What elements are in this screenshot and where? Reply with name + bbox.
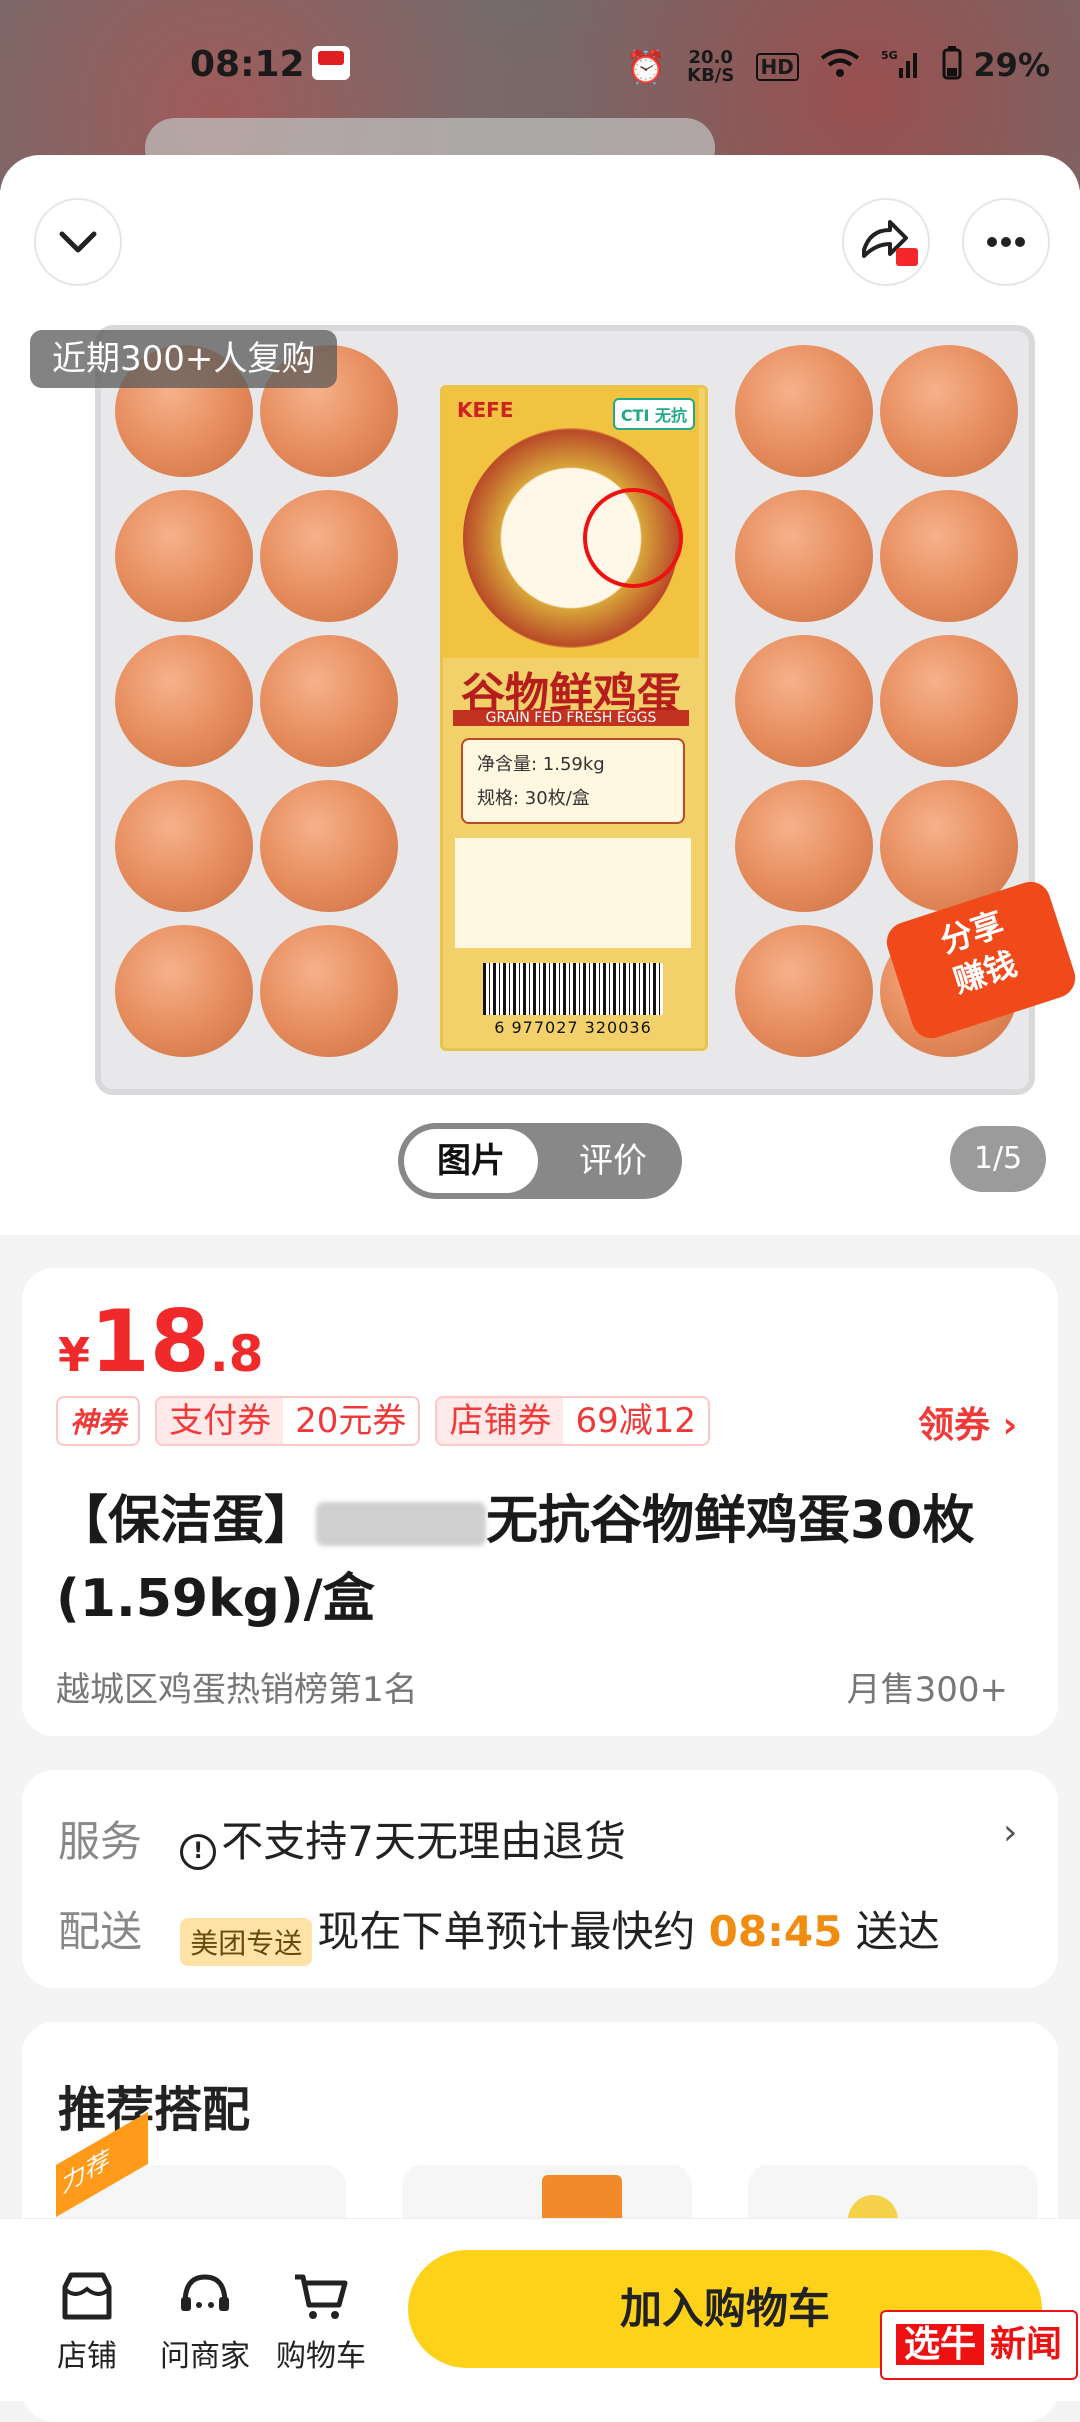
sales-rank[interactable]: 越城区鸡蛋热销榜第1名: [56, 1662, 418, 1711]
chevron-down-icon: [59, 231, 97, 253]
shen-coupon-badge[interactable]: 神券: [56, 1396, 141, 1446]
collapse-button[interactable]: [34, 198, 122, 286]
battery-percent: 29%: [973, 46, 1050, 84]
delivery-time: 08:45: [708, 1907, 843, 1956]
status-time: 08:12: [190, 44, 305, 85]
barcode-number: 6 977027 320036: [494, 1018, 652, 1037]
delivery-label: 配送: [58, 1907, 143, 1956]
info-circle-icon: !: [180, 1833, 217, 1870]
delivery-row: 配送 美团专送 现在下单预计最快约 08:45 送达: [58, 1898, 940, 1966]
network-speed: 20.0 KB/S: [687, 47, 735, 86]
service-text: 不支持7天无理由退货: [221, 1817, 627, 1866]
meituan-delivery-badge: 美团专送: [180, 1917, 313, 1966]
cell-signal-icon: 5G: [881, 48, 921, 86]
image-pager: 1/5: [950, 1126, 1046, 1192]
status-indicators: ⏰ 20.0 KB/S HD 5G 29%: [616, 46, 1050, 88]
egg-box-label: KEFE CTI 无抗 谷物鲜鸡蛋 GRAIN FED FRESH EGGS 净…: [440, 385, 708, 1051]
label-subtitle: GRAIN FED FRESH EGGS: [453, 710, 689, 726]
cart-icon: [295, 2274, 348, 2319]
chevron-right-icon[interactable]: ›: [1003, 1812, 1017, 1853]
price-integer: 18: [90, 1292, 210, 1392]
coupon-row: 神券 支付券 20元券 店铺券 69减12: [56, 1396, 720, 1446]
news-watermark: 选牛 新闻: [880, 2310, 1079, 2380]
get-coupon-link[interactable]: 领券 ›: [918, 1396, 1017, 1448]
cart-button[interactable]: 购物车: [266, 2269, 376, 2375]
more-button[interactable]: [962, 198, 1050, 286]
app-notification-icon: [312, 46, 350, 80]
product-title: 【保洁蛋】 无抗谷物鲜鸡蛋30枚(1.59kg)/盒: [56, 1482, 1016, 1638]
service-label: 服务: [58, 1817, 143, 1866]
alarm-icon: ⏰: [626, 48, 666, 86]
svg-text:5G: 5G: [881, 49, 898, 62]
headset-chat-icon: [181, 2274, 229, 2311]
price-currency: ¥: [58, 1328, 91, 1382]
recommend-title: 推荐搭配: [58, 2082, 251, 2138]
label-net-weight: 净含量: 1.59kg: [477, 754, 605, 775]
label-spec: 规格: 30枚/盒: [477, 788, 590, 809]
repurchase-badge: 近期300+人复购: [30, 330, 338, 388]
egg-tray-image: KEFE CTI 无抗 谷物鲜鸡蛋 GRAIN FED FRESH EGGS 净…: [95, 325, 1035, 1095]
blurred-brand: [316, 1502, 487, 1546]
price-decimal: .8: [209, 1325, 264, 1383]
pay-coupon[interactable]: 支付券 20元券: [155, 1396, 421, 1446]
status-bar: 08:12 ⏰ 20.0 KB/S HD 5G 29%: [0, 30, 1080, 110]
monthly-sales: 月售300+: [846, 1670, 1008, 1710]
ask-label: 问商家: [160, 2339, 250, 2374]
tab-reviews[interactable]: 评价: [548, 1129, 678, 1193]
more-horizontal-icon: [987, 237, 1025, 247]
highlight-circle: [583, 488, 683, 588]
delivery-prefix: 现在下单预计最快约: [317, 1907, 709, 1956]
share-arrow-icon: [862, 220, 918, 266]
delivery-suffix: 送达: [842, 1907, 940, 1956]
price: ¥18.8: [58, 1292, 264, 1392]
wifi-icon: [820, 48, 860, 86]
service-row[interactable]: 服务 ! 不支持7天无理由退货: [58, 1808, 626, 1870]
store-icon: [62, 2272, 112, 2320]
cti-badge: CTI 无抗: [612, 398, 695, 430]
hd-icon: HD: [755, 53, 799, 81]
store-label: 店铺: [57, 2339, 117, 2374]
store-button[interactable]: 店铺: [32, 2269, 142, 2375]
title-prefix: 【保洁蛋】: [56, 1491, 317, 1551]
cart-label: 购物车: [276, 2339, 366, 2374]
share-button[interactable]: [842, 198, 930, 286]
store-coupon[interactable]: 店铺券 69减12: [435, 1396, 710, 1446]
battery-icon: [942, 46, 962, 88]
gallery-tabs: 图片 评价: [398, 1123, 682, 1199]
tab-images[interactable]: 图片: [404, 1129, 538, 1193]
ask-merchant-button[interactable]: 问商家: [150, 2269, 260, 2375]
barcode: [483, 963, 663, 1015]
